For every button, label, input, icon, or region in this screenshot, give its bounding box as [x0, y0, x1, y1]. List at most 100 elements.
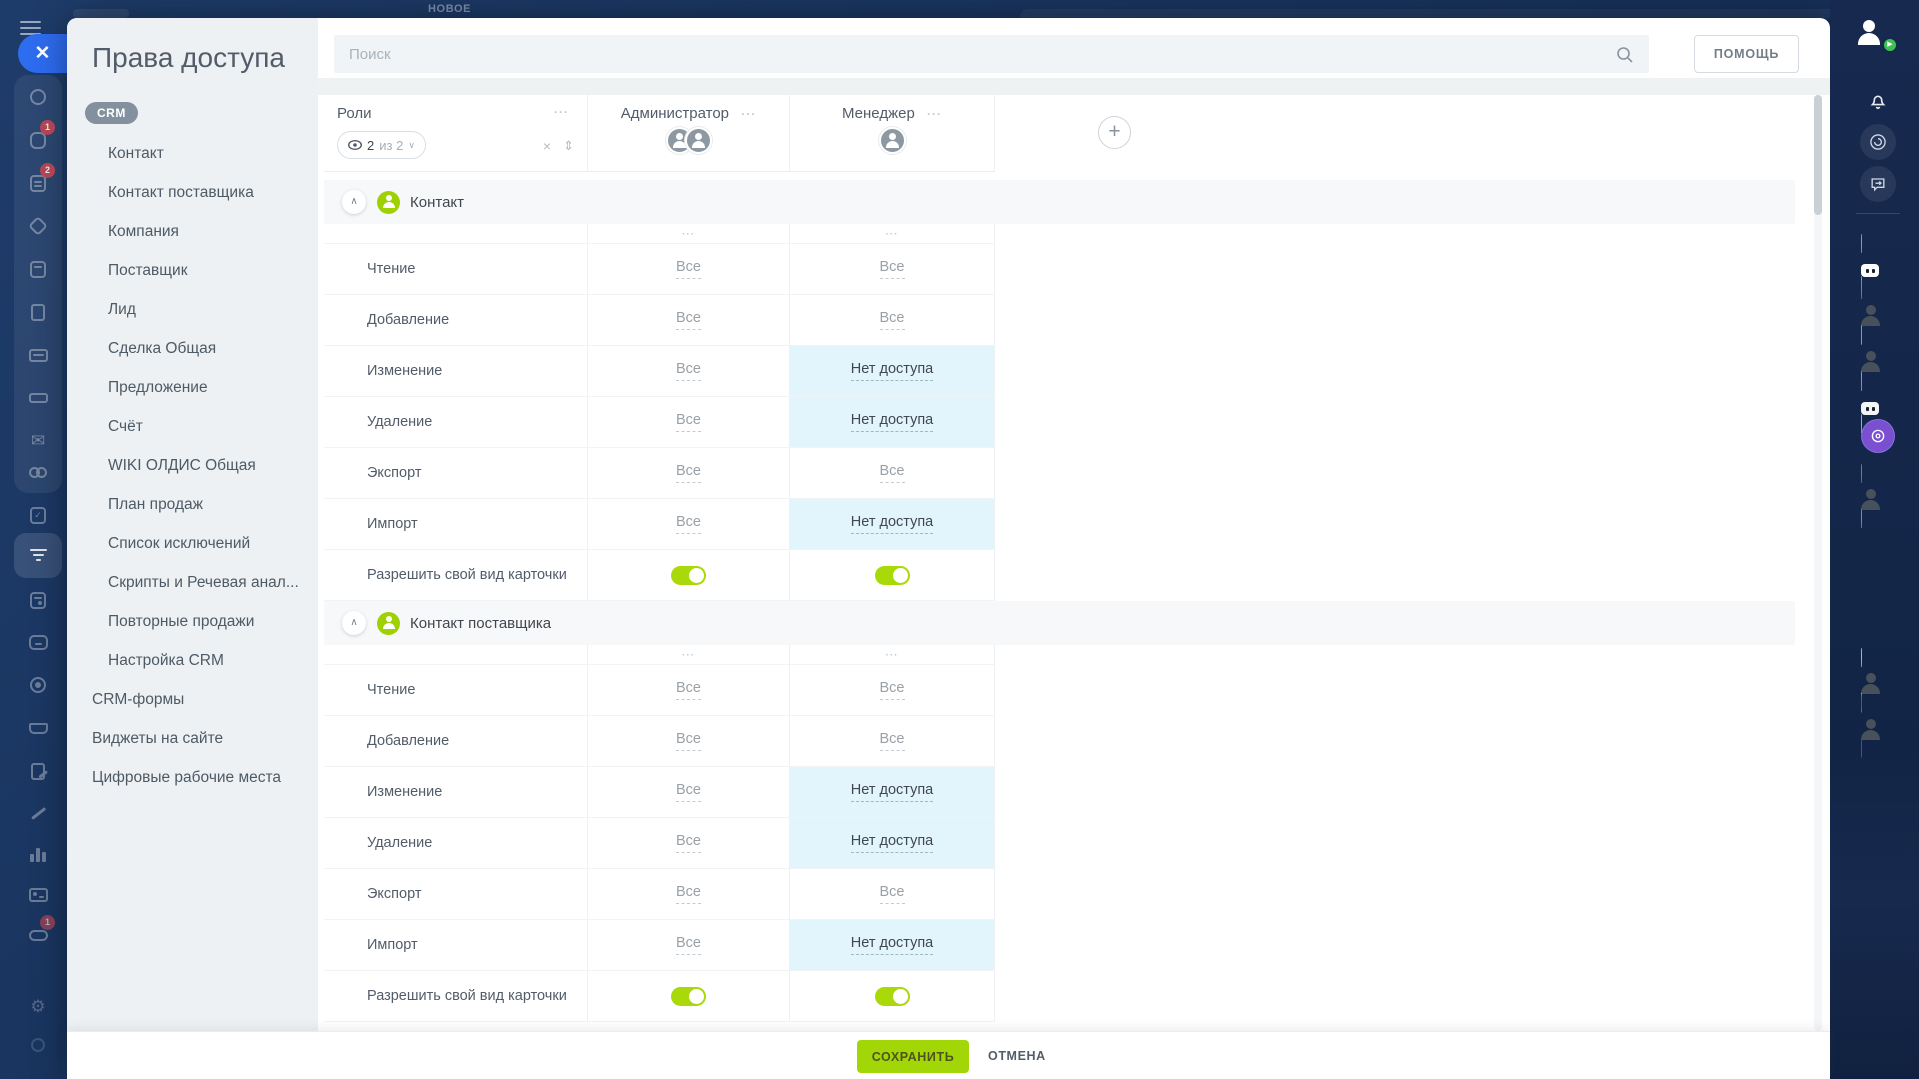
manager-permission-value[interactable]: Все	[879, 463, 905, 483]
help-button[interactable]: ПОМОЩЬ	[1694, 35, 1799, 73]
manager-permission-value[interactable]: Все	[879, 731, 905, 751]
drive-icon[interactable]	[26, 386, 50, 410]
sidebar-menu-item[interactable]: Поставщик	[67, 251, 318, 290]
manager-permission-value[interactable]: Нет доступа	[850, 514, 934, 534]
manager-permission-value[interactable]: Нет доступа	[850, 935, 934, 955]
network-icon[interactable]	[26, 85, 50, 109]
sidebar-menu-item[interactable]: Настройка CRM	[67, 641, 318, 680]
more-apps-icon[interactable]	[26, 1033, 50, 1057]
cell-more-icon[interactable]: ···	[886, 229, 899, 240]
admin-role-avatars[interactable]	[588, 127, 789, 154]
board-icon[interactable]	[26, 343, 50, 367]
clear-filter-icon[interactable]: ×	[543, 138, 551, 154]
column-title-admin[interactable]: Администратор	[621, 105, 729, 122]
search-input[interactable]	[334, 35, 1649, 73]
manager-permission-value[interactable]: Нет доступа	[850, 361, 934, 381]
news-doc-icon[interactable]	[1861, 603, 1867, 617]
sidebar-menu-item[interactable]: Компания	[67, 212, 318, 251]
manager-permission-value[interactable]: Нет доступа	[850, 833, 934, 853]
sidebar-menu-item[interactable]: Цифровые рабочие места	[67, 758, 318, 797]
admin-permission-value[interactable]: Все	[676, 463, 701, 483]
search-icon[interactable]	[1615, 45, 1635, 70]
sort-icon[interactable]: ⇕	[563, 138, 574, 154]
sidebar-menu-item[interactable]: Скрипты и Речевая анал...	[67, 563, 318, 602]
tasks-check-icon[interactable]: ✓	[26, 503, 50, 527]
column-title-manager[interactable]: Менеджер	[842, 105, 915, 122]
admin-permission-value[interactable]: Все	[676, 680, 701, 700]
contact-card-icon[interactable]	[26, 883, 50, 907]
chat-avatar-purple-app[interactable]	[1861, 419, 1895, 453]
column-admin-more-icon[interactable]: ···	[741, 107, 756, 121]
column-manager-more-icon[interactable]: ···	[927, 107, 942, 121]
calendar-icon[interactable]	[26, 257, 50, 281]
admin-toggle[interactable]	[671, 986, 706, 1006]
chat-avatar-woman-3[interactable]	[1861, 464, 1880, 528]
contract-doc-icon[interactable]	[26, 759, 50, 783]
admin-permission-value[interactable]: Все	[676, 259, 701, 279]
admin-permission-value[interactable]: Все	[676, 731, 701, 751]
manager-permission-value[interactable]: Все	[879, 310, 905, 330]
collapse-chevron-icon[interactable]: ∧	[342, 190, 366, 214]
openlines-chat-icon[interactable]	[1860, 166, 1896, 202]
admin-permission-value[interactable]: Все	[676, 782, 701, 802]
admin-permission-value[interactable]: Все	[676, 833, 701, 853]
sidebar-menu-item[interactable]: Контакт	[67, 134, 318, 173]
profile-avatar[interactable]	[1858, 13, 1880, 45]
planner-icon[interactable]	[26, 588, 50, 612]
mail-icon[interactable]: ✉	[26, 429, 50, 453]
sidebar-menu-item[interactable]: WIKI ОЛДИС Общая	[67, 446, 318, 485]
collapse-chevron-icon[interactable]: ∧	[342, 611, 366, 635]
manager-permission-value[interactable]: Нет доступа	[850, 782, 934, 802]
sidebar-menu-item[interactable]: Список исключений	[67, 524, 318, 563]
marketing-target-icon[interactable]	[26, 673, 50, 697]
crm-funnel-icon[interactable]	[26, 543, 50, 567]
crm-badge[interactable]: CRM	[85, 102, 138, 124]
cancel-button[interactable]: ОТМЕНА	[988, 1040, 1046, 1073]
cell-more-icon[interactable]: ···	[682, 650, 695, 661]
scrollbar-track[interactable]	[1814, 95, 1822, 1031]
people-icon[interactable]	[26, 460, 50, 484]
admin-permission-value[interactable]: Все	[676, 412, 701, 432]
sidebar-menu-item[interactable]: План продаж	[67, 485, 318, 524]
scrollbar-thumb[interactable]	[1814, 95, 1822, 215]
settings-gear-icon[interactable]: ⚙	[26, 995, 50, 1019]
close-slider-button[interactable]: ✕	[18, 34, 67, 73]
admin-toggle[interactable]	[671, 565, 706, 585]
manager-role-avatar[interactable]	[790, 127, 994, 154]
admin-permission-value[interactable]: Все	[676, 310, 701, 330]
shop-cart-icon[interactable]	[26, 716, 50, 740]
document-icon[interactable]	[26, 300, 50, 324]
admin-permission-value[interactable]: Все	[676, 514, 701, 534]
cell-more-icon[interactable]: ···	[682, 229, 695, 240]
admin-permission-value[interactable]: Все	[676, 361, 701, 381]
cell-more-icon[interactable]: ···	[886, 650, 899, 661]
manager-toggle[interactable]	[874, 565, 910, 585]
sidebar-menu-item[interactable]: Виджеты на сайте	[67, 719, 318, 758]
admin-permission-value[interactable]: Все	[676, 884, 701, 904]
storage-icon[interactable]	[26, 630, 50, 654]
sign-pen-icon[interactable]	[26, 801, 50, 825]
sidebar-menu-item[interactable]: CRM-формы	[67, 680, 318, 719]
manager-permission-value[interactable]: Все	[879, 884, 905, 904]
copilot-swirl-icon[interactable]	[1860, 124, 1896, 160]
roles-filter-chip[interactable]: 2 из 2 ∨	[337, 131, 426, 159]
permission-label: Изменение	[324, 346, 588, 397]
save-button[interactable]: СОХРАНИТЬ	[857, 1040, 969, 1073]
sidebar-menu-item[interactable]: Счёт	[67, 407, 318, 446]
manager-permission-value[interactable]: Нет доступа	[850, 412, 934, 432]
admin-permission-value[interactable]: Все	[676, 935, 701, 955]
manager-permission-value[interactable]: Все	[879, 259, 905, 279]
sidebar-menu-item[interactable]: Повторные продажи	[67, 602, 318, 641]
roles-more-icon[interactable]: ···	[554, 105, 569, 119]
sidebar-menu-item[interactable]: Лид	[67, 290, 318, 329]
chat-avatar-dark[interactable]	[1861, 694, 1880, 758]
add-role-button[interactable]: +	[1098, 116, 1131, 149]
sidebar-menu-item[interactable]: Предложение	[67, 368, 318, 407]
sidebar-menu-item[interactable]: Сделка Общая	[67, 329, 318, 368]
analytics-icon[interactable]	[26, 843, 50, 867]
manager-permission-value[interactable]: Все	[879, 680, 905, 700]
manager-toggle[interactable]	[874, 986, 910, 1006]
automation-icon[interactable]	[26, 214, 50, 238]
notifications-bell-icon[interactable]	[1867, 89, 1889, 116]
sidebar-menu-item[interactable]: Контакт поставщика	[67, 173, 318, 212]
